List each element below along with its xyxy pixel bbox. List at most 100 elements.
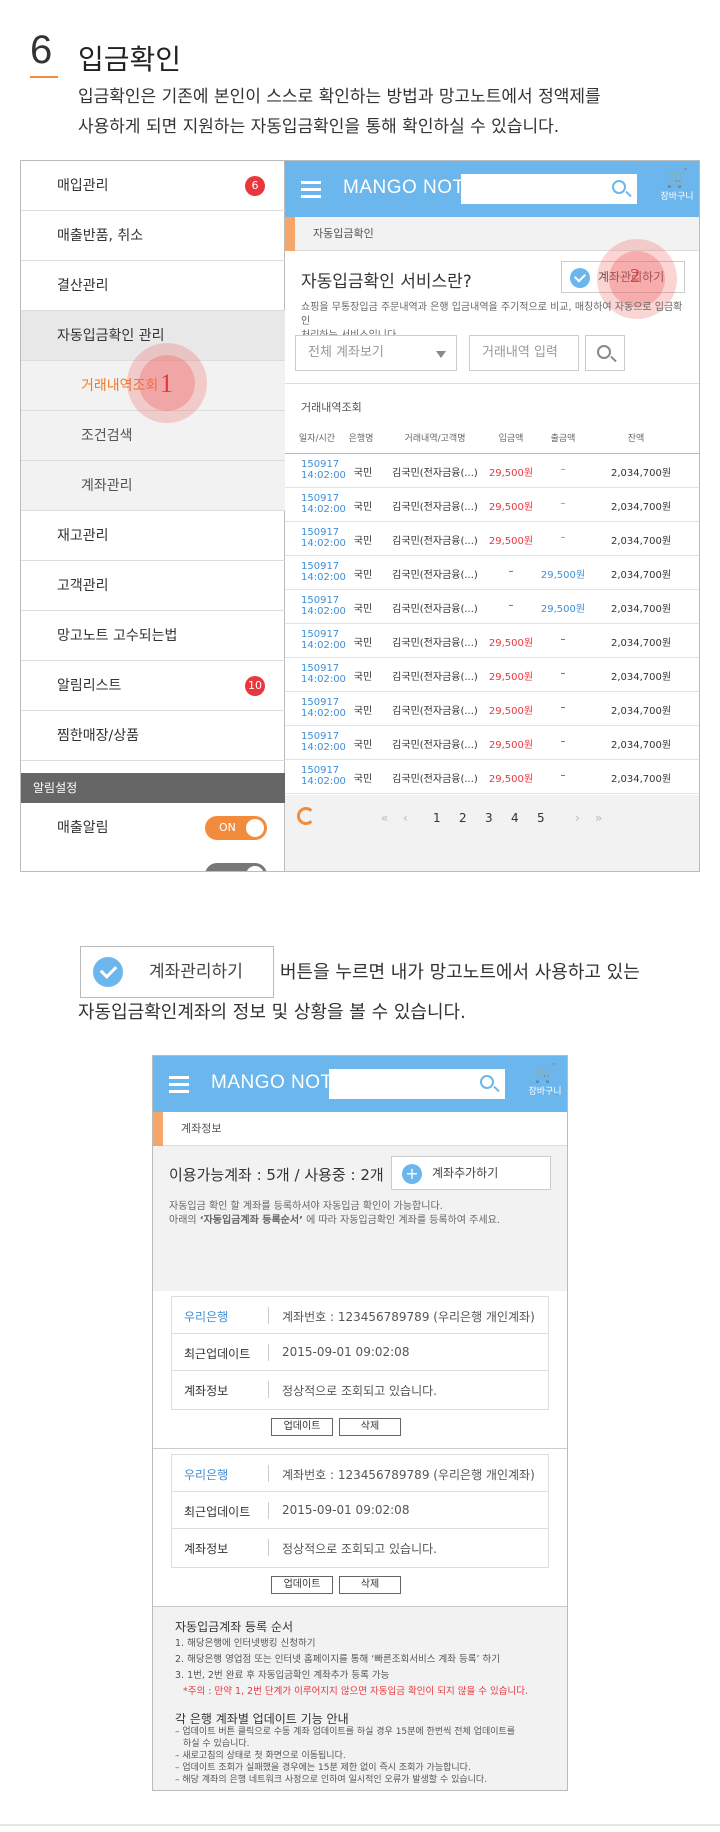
alarm-toggle-2[interactable] [205,863,267,871]
refresh-icon[interactable] [297,807,315,825]
account-number: 계좌번호 : 123456789789 (우리은행 개인계좌) [282,1468,535,1482]
cell-bank: 국민 [353,604,373,615]
sidebar-item-settlement[interactable]: 결산관리 [21,261,285,311]
cell-bank: 국민 [353,638,373,649]
pager-prev[interactable]: ‹ [403,811,408,825]
service-desc-line-1: 쇼핑을 무통장입금 주문내역과 은행 입금내역을 주기적으로 비교, 매칭하여 … [301,302,683,327]
cell-bank: 국민 [353,706,373,717]
cell-deposit: 29,500원 [488,468,534,479]
cell-deposit: 29,500원 [488,706,534,717]
cell-balance: 2,034,700원 [610,638,672,649]
menu-icon[interactable] [169,1076,189,1093]
header-search-input[interactable] [461,174,637,204]
last-update: 2015-09-01 09:02:08 [282,1503,410,1517]
cart-button[interactable]: 🛒 장바구니 [523,1064,567,1098]
table-row[interactable]: 150917 14:02:00 국민 김국민(전자금융(...) – 29,500원 2,0… [285,556,699,590]
sidebar-item-notifications[interactable]: 알림리스트 10 [21,661,285,711]
cell-deposit: 29,500원 [488,536,534,547]
sidebar-item-favorites[interactable]: 찜한매장/상품 [21,711,285,761]
pager-page-1[interactable]: 1 [433,811,441,825]
sidebar-item-account-manage[interactable]: 계좌관리 [21,461,285,511]
table-row[interactable]: 150917 14:02:00 국민 김국민(전자금융(...) 29,500원 – 2,0… [285,692,699,726]
sidebar-item-returns[interactable]: 매출반품, 취소 [21,211,285,261]
sidebar-item-inventory[interactable]: 재고관리 [21,511,285,561]
cell-date: 150917 14:02:00 [301,765,346,787]
sidebar-item-tips[interactable]: 망고노트 고수되는법 [21,611,285,661]
guide-title: 자동입금계좌 등록 순서 [175,1620,294,1634]
pager-first[interactable]: « [381,811,388,825]
cell-date: 150917 14:02:00 [301,697,346,719]
cell-bank: 국민 [353,672,373,683]
col-header-date: 일자/시간 [298,434,336,444]
account-card: 우리은행 계좌번호 : 123456789789 (우리은행 개인계좌) 최근업데… [171,1296,549,1410]
account-manage-button-sample: 계좌관리하기 [80,946,274,998]
page-divider [0,1824,720,1826]
pager-last[interactable]: » [595,811,602,825]
section-title: 입금확인 [78,43,182,76]
pager-next[interactable]: › [575,811,580,825]
account-filter-select[interactable]: 전체 계좌보기 [295,335,457,371]
sales-alarm-toggle[interactable]: ON [205,816,267,840]
delete-button[interactable]: 삭제 [339,1576,401,1594]
transaction-search-button[interactable] [585,335,625,371]
sidebar-item-label: 매입관리 [57,178,109,194]
cell-deposit: 29,500원 [488,638,534,649]
cell-date: 150917 14:02:00 [301,561,346,583]
col-header-deposit: 입금액 [498,434,524,444]
pager-page-5[interactable]: 5 [537,811,545,825]
cell-desc: 김국민(전자금융(...) [392,740,478,751]
cell-balance: 2,034,700원 [610,502,672,513]
cell-date: 150917 14:02:00 [301,731,346,753]
delete-button[interactable]: 삭제 [339,1418,401,1436]
cell-balance: 2,034,700원 [610,468,672,479]
cell-date: 150917 14:02:00 [301,493,346,515]
breadcrumb: 계좌정보 [153,1112,567,1146]
table-title: 거래내역조회 [301,401,362,414]
account-note: 자동입금 확인 할 계좌를 등록하셔야 자동입금 확인이 가능합니다. 아래의 … [169,1200,559,1228]
notification-badge: 10 [245,676,265,696]
cell-desc: 김국민(전자금융(...) [392,502,478,513]
cart-label: 장바구니 [528,1087,562,1097]
table-row[interactable]: 150917 14:02:00 국민 김국민(전자금융(...) 29,500원 – 2,0… [285,726,699,760]
table-row[interactable]: 150917 14:02:00 국민 김국민(전자금융(...) 29,500원 – 2,0… [285,658,699,692]
sidebar-item-customers[interactable]: 고객관리 [21,561,285,611]
alarm-item-sales: 매출알림 ON [21,803,285,853]
pager-page-2[interactable]: 2 [459,811,467,825]
search-icon[interactable] [480,1075,494,1089]
col-header-balance: 잔액 [627,434,645,444]
cell-deposit: – [508,566,514,577]
update-guide-title: 각 은행 계좌별 업데이트 기능 안내 [175,1712,349,1726]
intro-line-2: 사용하게 되면 지원하는 자동입금확인을 통해 확인하실 수 있습니다. [78,117,560,137]
sidebar-item-purchase[interactable]: 매입관리 6 [21,161,285,211]
cell-balance: 2,034,700원 [610,740,672,751]
header-search-input[interactable] [329,1069,505,1099]
table-row[interactable]: 150917 14:02:00 국민 김국민(전자금융(...) 29,500원 – 2,0… [285,488,699,522]
guide-steps: 1. 해당은행에 인터넷뱅킹 신청하기 2. 해당은행 영업점 또는 인터넷 홈… [175,1636,565,1700]
notification-badge: 6 [245,176,265,196]
add-account-button[interactable]: + 계좌추가하기 [391,1156,551,1190]
check-circle-icon [93,957,123,987]
cell-balance: 2,034,700원 [610,672,672,683]
pager-page-4[interactable]: 4 [511,811,519,825]
service-title: 자동입금확인 서비스란? [301,272,472,292]
account-row-update: 최근업데이트 2015-09-01 09:02:08 [172,1334,548,1371]
search-icon[interactable] [612,180,626,194]
main-content: MANGO NOTE 🛒 장바구니 자동입금확인 자동입금확인 서비스란? 계좌관… [285,161,699,871]
table-row[interactable]: 150917 14:02:00 국민 김국민(전자금융(...) – 29,500원 2,0… [285,590,699,624]
account-row-info: 계좌정보 정상적으로 조회되고 있습니다. [172,1371,548,1408]
cart-button[interactable]: 🛒 장바구니 [655,169,699,203]
cell-withdrawal: – [560,498,566,509]
menu-icon[interactable] [301,181,321,198]
table-row[interactable]: 150917 14:02:00 국민 김국민(전자금융(...) 29,500원 – 2,0… [285,760,699,794]
update-button[interactable]: 업데이트 [271,1576,333,1594]
bank-name: 우리은행 [184,1468,229,1482]
cell-deposit: 29,500원 [488,502,534,513]
app-screen-deposit: 매입관리 6 매출반품, 취소 결산관리 자동입금확인 관리 거래내역조회 조건검… [20,160,700,872]
table-row[interactable]: 150917 14:02:00 국민 김국민(전자금융(...) 29,500원 – 2,0… [285,454,699,488]
pager-page-3[interactable]: 3 [485,811,493,825]
table-row[interactable]: 150917 14:02:00 국민 김국민(전자금융(...) 29,500원 – 2,0… [285,624,699,658]
table-row[interactable]: 150917 14:02:00 국민 김국민(전자금융(...) 29,500원 – 2,0… [285,522,699,556]
update-button[interactable]: 업데이트 [271,1418,333,1436]
transaction-search-input[interactable]: 거래내역 입력 [469,335,579,371]
update-note: – 업데이트 조회가 실패했을 경우에는 15분 제한 없이 즉시 조회가 가능… [175,1763,471,1773]
